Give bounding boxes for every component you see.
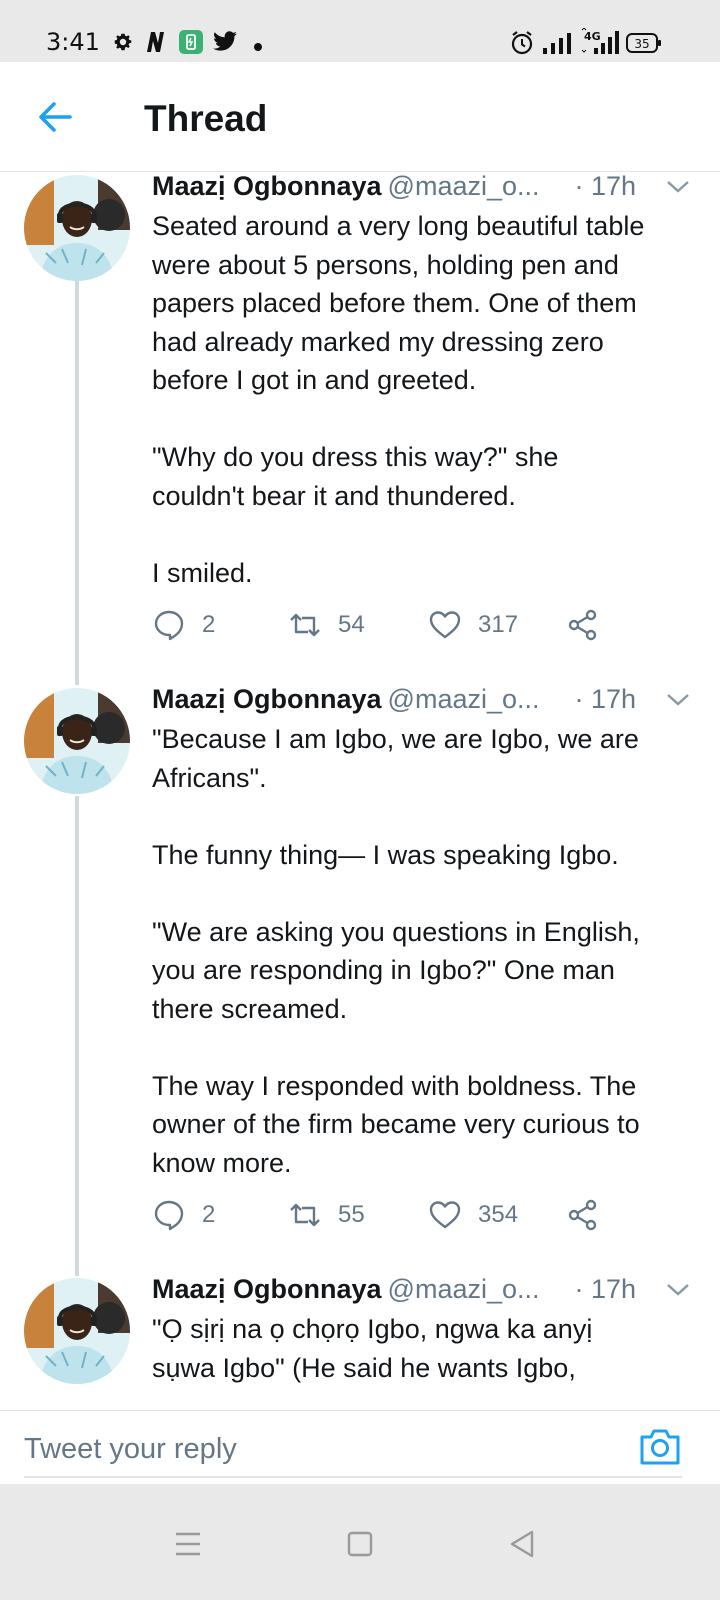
author-handle[interactable]: @maazi_o... <box>388 1274 540 1304</box>
like-count: 354 <box>478 1201 519 1228</box>
like-button[interactable]: 317 <box>428 605 518 645</box>
author-name[interactable]: Maazị Ogbonnaya <box>152 1274 382 1304</box>
avatar[interactable] <box>24 1278 130 1384</box>
status-bar: 3:41 4G 35 <box>0 0 720 62</box>
retweet-icon <box>290 1203 320 1227</box>
heart-icon <box>429 611 461 639</box>
camera-button[interactable] <box>638 1427 682 1467</box>
status-time: 3:41 <box>46 28 100 56</box>
netflix-n-icon <box>144 31 168 58</box>
camera-icon <box>640 1429 680 1465</box>
author-name[interactable]: Maazị Ogbonnaya <box>152 173 382 201</box>
dot-icon <box>254 38 262 56</box>
signal-icon <box>542 32 572 59</box>
menu-nav-button[interactable] <box>168 1524 208 1564</box>
back-nav-button[interactable] <box>502 1524 542 1564</box>
reply-button[interactable]: 2 <box>152 605 215 645</box>
alarm-icon <box>510 30 534 61</box>
tweet-text: Seated around a very long beautiful tabl… <box>152 211 645 588</box>
avatar[interactable] <box>24 688 130 794</box>
app-header: Thread <box>0 62 720 172</box>
tweet-text: "Because I am Igbo, we are Igbo, we are … <box>152 724 640 1178</box>
author-name[interactable]: Maazị Ogbonnaya <box>152 684 382 714</box>
share-button[interactable] <box>566 605 600 645</box>
share-icon <box>568 1199 597 1231</box>
tweet-actions: 2 55 354 <box>152 1195 612 1235</box>
tweet-menu-button[interactable] <box>664 686 692 714</box>
svg-text:35: 35 <box>634 37 649 51</box>
avatar[interactable] <box>24 175 130 281</box>
chevron-down-icon <box>667 1284 689 1296</box>
thread-connector-line <box>75 281 79 685</box>
tweet-time[interactable]: · 17h <box>574 1274 636 1305</box>
chevron-down-icon <box>667 181 689 193</box>
home-nav-button[interactable] <box>340 1524 380 1564</box>
system-nav-bar <box>0 1484 720 1600</box>
battery-icon: 35 <box>626 32 662 59</box>
4g-signal-icon: 4G <box>580 27 620 59</box>
reply-count: 2 <box>202 611 216 638</box>
reply-input[interactable] <box>24 1427 604 1471</box>
menu-icon <box>176 1532 200 1556</box>
page-title: Thread <box>144 98 268 139</box>
author-handle[interactable]: @maazi_o... <box>388 173 540 201</box>
retweet-count: 55 <box>338 1201 365 1228</box>
retweet-count: 54 <box>338 611 365 638</box>
tweet-time[interactable]: · 17h <box>574 173 636 202</box>
back-button[interactable] <box>34 96 76 138</box>
share-icon <box>568 609 597 641</box>
tweet-menu-button[interactable] <box>664 1276 692 1304</box>
share-button[interactable] <box>566 1195 600 1235</box>
retweet-icon <box>290 613 320 637</box>
heart-icon <box>429 1201 461 1229</box>
reply-underline <box>24 1476 682 1478</box>
svg-text:4G: 4G <box>584 30 601 43</box>
like-count: 317 <box>478 611 519 638</box>
twitter-bird-icon <box>212 31 238 58</box>
battery-saver-icon <box>178 29 204 60</box>
square-home-icon <box>347 1531 373 1557</box>
tweet-menu-button[interactable] <box>664 173 692 201</box>
gear-icon <box>112 31 134 58</box>
tweet-text: "Ọ sịrị na ọ chọrọ Igbo, ngwa ka anyị sụ… <box>152 1314 593 1383</box>
tweet-header: Maazị Ogbonnaya @maazi_o... · 17h <box>152 684 696 720</box>
retweet-button[interactable]: 55 <box>288 1195 365 1235</box>
tweet-time[interactable]: · 17h <box>574 684 636 715</box>
triangle-back-icon <box>510 1530 534 1558</box>
reply-icon <box>154 610 184 641</box>
reply-icon <box>154 1200 184 1231</box>
retweet-button[interactable]: 54 <box>288 605 365 645</box>
tweet-actions: 2 54 317 <box>152 605 612 645</box>
chevron-down-icon <box>667 694 689 706</box>
arrow-left-icon <box>39 102 72 132</box>
reply-count: 2 <box>202 1201 216 1228</box>
thread-connector-line <box>75 796 79 1276</box>
like-button[interactable]: 354 <box>428 1195 518 1235</box>
tweet-header: Maazị Ogbonnaya @maazi_o... · 17h <box>152 1274 696 1310</box>
reply-bar <box>0 1410 720 1484</box>
reply-button[interactable]: 2 <box>152 1195 215 1235</box>
thread-list[interactable]: Maazị Ogbonnaya @maazi_o... · 17h Seated … <box>0 173 720 1410</box>
author-handle[interactable]: @maazi_o... <box>388 684 540 714</box>
tweet-header: Maazị Ogbonnaya @maazi_o... · 17h <box>152 173 696 207</box>
